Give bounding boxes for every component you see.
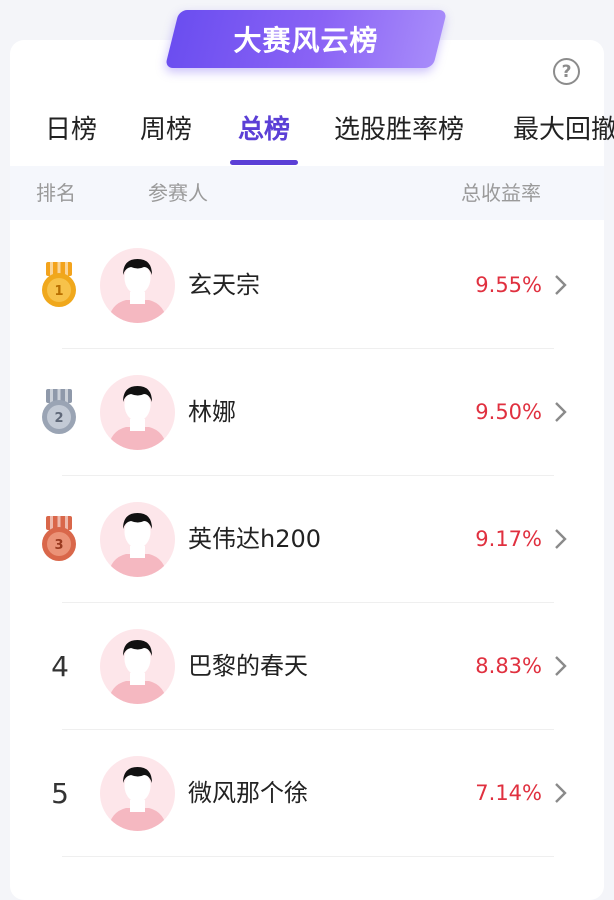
total-return: 9.17% [475, 527, 542, 551]
table-header: 排名 参赛人 总收益率 [10, 166, 604, 220]
avatar[interactable] [100, 248, 175, 323]
total-return: 7.14% [475, 781, 542, 805]
tab-bar: 日榜 周榜 总榜 选股胜率榜 最大回撤 [0, 108, 614, 168]
avatar[interactable] [100, 756, 175, 831]
participant-name: 玄天宗 [188, 271, 260, 299]
bronze-medal-icon: 3 [42, 516, 76, 561]
help-icon[interactable]: ? [553, 58, 580, 85]
avatar[interactable] [100, 629, 175, 704]
table-row[interactable]: 1 玄天宗 9.55% [0, 222, 614, 349]
table-row[interactable]: 4 巴黎的春天 8.83% [0, 603, 614, 730]
silver-medal-icon: 2 [42, 389, 76, 434]
participant-name: 巴黎的春天 [188, 652, 308, 680]
participant-name: 微风那个徐 [188, 779, 308, 807]
header-total-return: 总收益率 [461, 181, 541, 205]
tab-max-drawdown[interactable]: 最大回撤 [513, 108, 614, 152]
row-divider [62, 856, 554, 857]
header-rank: 排名 [36, 181, 76, 205]
chevron-right-icon [555, 656, 567, 676]
table-row[interactable]: 3 英伟达h200 9.17% [0, 476, 614, 603]
chevron-right-icon [555, 783, 567, 803]
chevron-right-icon [555, 402, 567, 422]
tab-daily[interactable]: 日榜 [45, 108, 97, 152]
medal-rank-number: 3 [54, 538, 63, 553]
total-return: 9.55% [475, 273, 542, 297]
participant-name: 英伟达h200 [188, 525, 322, 553]
medal-rank-number: 2 [54, 411, 63, 426]
table-row[interactable]: 2 林娜 9.50% [0, 349, 614, 476]
medal-rank-number: 1 [54, 284, 63, 299]
avatar[interactable] [100, 502, 175, 577]
total-return: 9.50% [475, 400, 542, 424]
tab-weekly[interactable]: 周榜 [140, 108, 192, 152]
rank-number: 4 [51, 650, 69, 683]
header-participant: 参赛人 [148, 181, 208, 205]
rank-number: 5 [51, 777, 69, 810]
participant-name: 林娜 [188, 398, 236, 426]
tab-win-rate[interactable]: 选股胜率榜 [334, 108, 464, 152]
total-return: 8.83% [475, 654, 542, 678]
banner-title: 大赛风云榜 [233, 24, 379, 57]
avatar[interactable] [100, 375, 175, 450]
tab-overall[interactable]: 总榜 [238, 108, 290, 152]
table-row[interactable]: 5 微风那个徐 7.14% [0, 730, 614, 857]
chevron-right-icon [555, 529, 567, 549]
active-tab-indicator [230, 160, 298, 165]
chevron-right-icon [555, 275, 567, 295]
gold-medal-icon: 1 [42, 262, 76, 307]
